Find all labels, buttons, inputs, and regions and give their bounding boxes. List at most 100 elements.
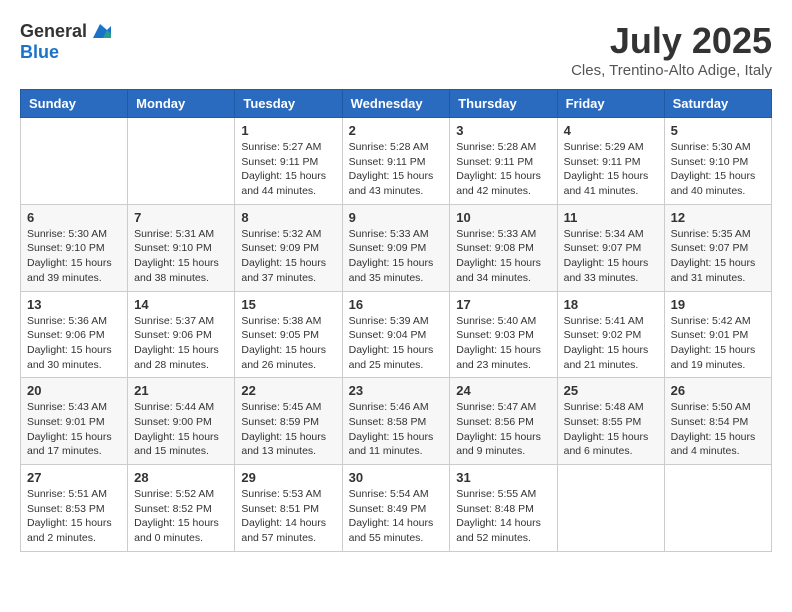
calendar-week-row: 27Sunrise: 5:51 AMSunset: 8:53 PMDayligh…	[21, 465, 772, 552]
calendar-cell: 23 Sunrise: 5:46 AMSunset: 8:58 PMDayligh…	[342, 378, 450, 465]
calendar-cell: 18 Sunrise: 5:41 AMSunset: 9:02 PMDayligh…	[557, 291, 664, 378]
day-number: 31	[456, 470, 550, 485]
calendar-cell: 7 Sunrise: 5:31 AMSunset: 9:10 PMDaylight…	[128, 204, 235, 291]
day-info: Sunrise: 5:51 AMSunset: 8:53 PMDaylight:…	[27, 487, 121, 546]
weekday-header: Thursday	[450, 90, 557, 118]
logo-icon	[89, 20, 111, 42]
calendar-cell: 25 Sunrise: 5:48 AMSunset: 8:55 PMDayligh…	[557, 378, 664, 465]
calendar-cell: 12 Sunrise: 5:35 AMSunset: 9:07 PMDayligh…	[664, 204, 771, 291]
calendar-cell: 29Sunrise: 5:53 AMSunset: 8:51 PMDayligh…	[235, 465, 342, 552]
day-info: Sunrise: 5:43 AMSunset: 9:01 PMDaylight:…	[27, 400, 121, 459]
day-info: Sunrise: 5:37 AMSunset: 9:06 PMDaylight:…	[134, 314, 228, 373]
page-header: General Blue July 2025 Cles, Trentino-Al…	[20, 20, 772, 79]
day-number: 12	[671, 210, 765, 225]
day-info: Sunrise: 5:46 AMSunset: 8:58 PMDaylight:…	[349, 400, 444, 459]
weekday-header: Saturday	[664, 90, 771, 118]
day-info: Sunrise: 5:38 AMSunset: 9:05 PMDaylight:…	[241, 314, 335, 373]
calendar-cell: 17Sunrise: 5:40 AMSunset: 9:03 PMDayligh…	[450, 291, 557, 378]
day-info: Sunrise: 5:45 AMSunset: 8:59 PMDaylight:…	[241, 400, 335, 459]
weekday-header: Wednesday	[342, 90, 450, 118]
day-number: 22	[241, 383, 335, 398]
calendar-cell: 13Sunrise: 5:36 AMSunset: 9:06 PMDayligh…	[21, 291, 128, 378]
day-info: Sunrise: 5:42 AMSunset: 9:01 PMDaylight:…	[671, 314, 765, 373]
day-number: 10	[456, 210, 550, 225]
month-title: July 2025	[571, 20, 772, 62]
day-info: Sunrise: 5:54 AMSunset: 8:49 PMDaylight:…	[349, 487, 444, 546]
day-info: Sunrise: 5:30 AMSunset: 9:10 PMDaylight:…	[671, 140, 765, 199]
day-info: Sunrise: 5:41 AMSunset: 9:02 PMDaylight:…	[564, 314, 658, 373]
day-number: 14	[134, 297, 228, 312]
day-number: 28	[134, 470, 228, 485]
day-info: Sunrise: 5:28 AMSunset: 9:11 PMDaylight:…	[456, 140, 550, 199]
day-info: Sunrise: 5:28 AMSunset: 9:11 PMDaylight:…	[349, 140, 444, 199]
calendar-cell: 31 Sunrise: 5:55 AMSunset: 8:48 PMDayligh…	[450, 465, 557, 552]
calendar-week-row: 13Sunrise: 5:36 AMSunset: 9:06 PMDayligh…	[21, 291, 772, 378]
weekday-header: Sunday	[21, 90, 128, 118]
calendar-cell: 24Sunrise: 5:47 AMSunset: 8:56 PMDayligh…	[450, 378, 557, 465]
day-number: 7	[134, 210, 228, 225]
calendar-cell: 20 Sunrise: 5:43 AMSunset: 9:01 PMDayligh…	[21, 378, 128, 465]
day-info: Sunrise: 5:33 AMSunset: 9:08 PMDaylight:…	[456, 227, 550, 286]
day-number: 11	[564, 210, 658, 225]
day-number: 30	[349, 470, 444, 485]
day-number: 6	[27, 210, 121, 225]
calendar-cell: 30 Sunrise: 5:54 AMSunset: 8:49 PMDayligh…	[342, 465, 450, 552]
calendar-cell	[128, 118, 235, 205]
day-number: 3	[456, 123, 550, 138]
day-number: 17	[456, 297, 550, 312]
calendar-cell: 26Sunrise: 5:50 AMSunset: 8:54 PMDayligh…	[664, 378, 771, 465]
day-info: Sunrise: 5:55 AMSunset: 8:48 PMDaylight:…	[456, 487, 550, 546]
day-number: 25	[564, 383, 658, 398]
calendar-cell: 28 Sunrise: 5:52 AMSunset: 8:52 PMDayligh…	[128, 465, 235, 552]
day-info: Sunrise: 5:31 AMSunset: 9:10 PMDaylight:…	[134, 227, 228, 286]
day-info: Sunrise: 5:35 AMSunset: 9:07 PMDaylight:…	[671, 227, 765, 286]
calendar-cell: 14 Sunrise: 5:37 AMSunset: 9:06 PMDayligh…	[128, 291, 235, 378]
day-number: 20	[27, 383, 121, 398]
day-number: 23	[349, 383, 444, 398]
day-info: Sunrise: 5:39 AMSunset: 9:04 PMDaylight:…	[349, 314, 444, 373]
title-section: July 2025 Cles, Trentino-Alto Adige, Ita…	[571, 20, 772, 79]
calendar-cell: 4 Sunrise: 5:29 AMSunset: 9:11 PMDaylight…	[557, 118, 664, 205]
logo: General Blue	[20, 20, 111, 63]
calendar-cell: 27Sunrise: 5:51 AMSunset: 8:53 PMDayligh…	[21, 465, 128, 552]
weekday-header: Monday	[128, 90, 235, 118]
day-info: Sunrise: 5:50 AMSunset: 8:54 PMDaylight:…	[671, 400, 765, 459]
calendar-header-row: SundayMondayTuesdayWednesdayThursdayFrid…	[21, 90, 772, 118]
day-info: Sunrise: 5:53 AMSunset: 8:51 PMDaylight:…	[241, 487, 335, 546]
calendar-cell: 3 Sunrise: 5:28 AMSunset: 9:11 PMDaylight…	[450, 118, 557, 205]
calendar-cell: 16 Sunrise: 5:39 AMSunset: 9:04 PMDayligh…	[342, 291, 450, 378]
day-info: Sunrise: 5:29 AMSunset: 9:11 PMDaylight:…	[564, 140, 658, 199]
weekday-header: Friday	[557, 90, 664, 118]
day-number: 2	[349, 123, 444, 138]
calendar-cell: 10 Sunrise: 5:33 AMSunset: 9:08 PMDayligh…	[450, 204, 557, 291]
calendar-cell: 8Sunrise: 5:32 AMSunset: 9:09 PMDaylight…	[235, 204, 342, 291]
calendar-cell: 6 Sunrise: 5:30 AMSunset: 9:10 PMDaylight…	[21, 204, 128, 291]
calendar-cell: 19 Sunrise: 5:42 AMSunset: 9:01 PMDayligh…	[664, 291, 771, 378]
calendar-cell: 21Sunrise: 5:44 AMSunset: 9:00 PMDayligh…	[128, 378, 235, 465]
day-number: 15	[241, 297, 335, 312]
day-number: 1	[241, 123, 335, 138]
day-info: Sunrise: 5:44 AMSunset: 9:00 PMDaylight:…	[134, 400, 228, 459]
day-number: 16	[349, 297, 444, 312]
calendar-week-row: 1Sunrise: 5:27 AMSunset: 9:11 PMDaylight…	[21, 118, 772, 205]
calendar-cell: 22 Sunrise: 5:45 AMSunset: 8:59 PMDayligh…	[235, 378, 342, 465]
logo-blue: Blue	[20, 42, 59, 63]
day-info: Sunrise: 5:48 AMSunset: 8:55 PMDaylight:…	[564, 400, 658, 459]
calendar-cell: 2 Sunrise: 5:28 AMSunset: 9:11 PMDaylight…	[342, 118, 450, 205]
day-number: 19	[671, 297, 765, 312]
day-number: 8	[241, 210, 335, 225]
weekday-header: Tuesday	[235, 90, 342, 118]
day-info: Sunrise: 5:47 AMSunset: 8:56 PMDaylight:…	[456, 400, 550, 459]
day-info: Sunrise: 5:33 AMSunset: 9:09 PMDaylight:…	[349, 227, 444, 286]
calendar-table: SundayMondayTuesdayWednesdayThursdayFrid…	[20, 89, 772, 552]
day-number: 9	[349, 210, 444, 225]
day-info: Sunrise: 5:52 AMSunset: 8:52 PMDaylight:…	[134, 487, 228, 546]
calendar-week-row: 20 Sunrise: 5:43 AMSunset: 9:01 PMDayligh…	[21, 378, 772, 465]
calendar-cell: 1Sunrise: 5:27 AMSunset: 9:11 PMDaylight…	[235, 118, 342, 205]
calendar-cell	[664, 465, 771, 552]
day-info: Sunrise: 5:30 AMSunset: 9:10 PMDaylight:…	[27, 227, 121, 286]
day-number: 18	[564, 297, 658, 312]
calendar-cell: 15 Sunrise: 5:38 AMSunset: 9:05 PMDayligh…	[235, 291, 342, 378]
day-number: 4	[564, 123, 658, 138]
calendar-cell: 11Sunrise: 5:34 AMSunset: 9:07 PMDayligh…	[557, 204, 664, 291]
